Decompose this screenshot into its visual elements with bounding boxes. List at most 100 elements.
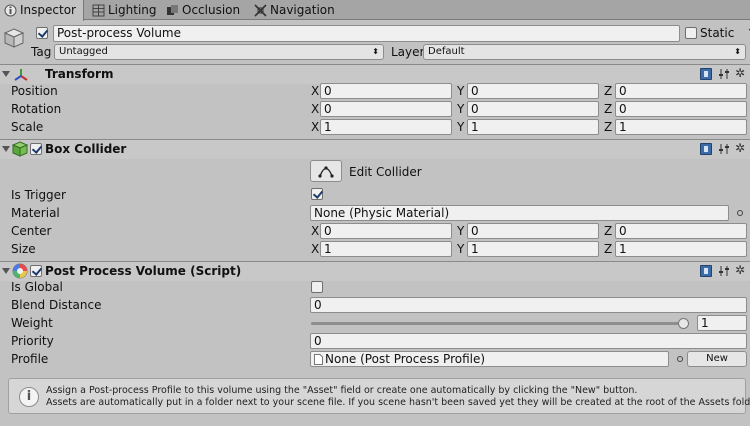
edit-collider-icon	[318, 166, 334, 178]
occlusion-icon	[166, 3, 179, 16]
size-z-input[interactable]: 1	[615, 241, 747, 257]
axis-y-label: Y	[457, 242, 465, 256]
transform-icon	[13, 67, 29, 83]
tab-bar: Inspector Lighting Occlusion Navigation	[0, 0, 750, 21]
profile-value: None (Post Process Profile)	[325, 352, 486, 366]
gear-icon[interactable]: ✲	[735, 141, 745, 155]
blend-distance-label: Blend Distance	[11, 298, 102, 312]
tab-label: Navigation	[270, 3, 335, 17]
priority-label: Priority	[11, 334, 54, 348]
new-profile-button[interactable]: New	[687, 351, 747, 367]
axis-z-label: Z	[604, 84, 613, 98]
position-z-input[interactable]: 0	[615, 83, 747, 99]
size-x-input[interactable]: 1	[320, 241, 452, 257]
axis-x-label: X	[311, 120, 320, 134]
position-y-input[interactable]: 0	[467, 83, 599, 99]
tab-inspector[interactable]: Inspector	[0, 0, 84, 21]
tab-label: Inspector	[20, 3, 76, 17]
gear-icon[interactable]: ✲	[735, 66, 745, 80]
object-picker-icon[interactable]	[737, 210, 743, 216]
profile-object-field[interactable]: None (Post Process Profile)	[310, 351, 669, 367]
preset-sliders-icon[interactable]	[718, 265, 730, 277]
axis-y-label: Y	[457, 102, 465, 116]
center-y-input[interactable]: 0	[467, 223, 599, 239]
axis-x-label: X	[311, 84, 320, 98]
component-header-icons: ✲	[700, 66, 748, 82]
weight-slider-thumb[interactable]	[678, 318, 689, 329]
static-dropdown-arrow[interactable]: ▼	[745, 25, 750, 41]
lighting-icon	[92, 3, 105, 17]
foldout-arrow-icon[interactable]	[2, 71, 10, 77]
preset-sliders-icon[interactable]	[718, 143, 730, 155]
component-title: Transform	[45, 67, 114, 81]
post-process-volume-enabled-checkbox[interactable]	[30, 265, 42, 277]
tab-label: Occlusion	[182, 3, 241, 17]
gameobject-name-input[interactable]: Post-process Volume	[53, 25, 680, 42]
gameobject-cube-icon	[3, 27, 25, 49]
axis-x-label: X	[311, 102, 320, 116]
center-x-input[interactable]: 0	[320, 223, 452, 239]
scale-z-input[interactable]: 1	[615, 119, 747, 135]
help-book-icon[interactable]	[700, 143, 712, 155]
foldout-arrow-icon[interactable]	[2, 268, 10, 274]
gear-icon[interactable]: ✲	[735, 263, 745, 277]
is-global-label: Is Global	[11, 280, 63, 294]
rotation-y-input[interactable]: 0	[467, 101, 599, 117]
weight-label: Weight	[11, 316, 53, 330]
weight-slider-track[interactable]	[311, 322, 689, 325]
axis-z-label: Z	[604, 102, 613, 116]
is-global-checkbox[interactable]	[311, 281, 323, 293]
position-x-input[interactable]: 0	[320, 83, 452, 99]
box-collider-enabled-checkbox[interactable]	[30, 143, 42, 155]
is-trigger-checkbox[interactable]	[311, 188, 323, 200]
material-label: Material	[11, 206, 60, 220]
inspector-icon	[4, 3, 17, 17]
box-collider-icon	[11, 141, 29, 157]
axis-x-label: X	[311, 242, 320, 256]
edit-collider-button[interactable]	[310, 160, 342, 182]
transform-header[interactable]: Transform ✲	[0, 64, 750, 84]
scale-y-input[interactable]: 1	[467, 119, 599, 135]
object-picker-icon[interactable]	[677, 356, 683, 362]
edit-collider-label: Edit Collider	[349, 165, 422, 179]
axis-z-label: Z	[604, 242, 613, 256]
post-process-volume-header[interactable]: Post Process Volume (Script) ✲	[0, 261, 750, 281]
weight-input[interactable]: 1	[697, 315, 747, 331]
tab-navigation[interactable]: Navigation	[250, 0, 350, 20]
layer-label: Layer	[391, 45, 425, 59]
tab-lighting[interactable]: Lighting	[88, 0, 168, 20]
axis-z-label: Z	[604, 120, 613, 134]
axis-z-label: Z	[604, 224, 613, 238]
preset-sliders-icon[interactable]	[718, 68, 730, 80]
gameobject-active-checkbox[interactable]	[36, 27, 48, 39]
tag-dropdown[interactable]: Untagged ⬍	[54, 44, 384, 60]
layer-value: Default	[428, 46, 465, 57]
help-book-icon[interactable]	[700, 68, 712, 80]
foldout-arrow-icon[interactable]	[2, 146, 10, 152]
is-trigger-label: Is Trigger	[11, 188, 66, 202]
axis-y-label: Y	[457, 224, 465, 238]
chevron-updown-icon: ⬍	[734, 47, 741, 56]
axis-y-label: Y	[457, 120, 465, 134]
rotation-x-input[interactable]: 0	[320, 101, 452, 117]
tab-occlusion[interactable]: Occlusion	[162, 0, 252, 20]
layer-dropdown[interactable]: Default ⬍	[423, 44, 746, 60]
help-text-line-2: Assets are automatically put in a folder…	[46, 397, 750, 408]
center-z-input[interactable]: 0	[615, 223, 747, 239]
tag-label: Tag	[31, 45, 52, 59]
blend-distance-input[interactable]: 0	[310, 297, 747, 313]
priority-input[interactable]: 0	[310, 333, 747, 349]
material-object-field[interactable]: None (Physic Material)	[310, 205, 729, 221]
center-label: Center	[11, 224, 52, 238]
static-checkbox[interactable]	[685, 27, 697, 39]
help-box: i Assign a Post-process Profile to this …	[8, 378, 750, 414]
chevron-updown-icon: ⬍	[372, 47, 379, 56]
scale-x-input[interactable]: 1	[320, 119, 452, 135]
tab-label: Lighting	[108, 3, 157, 17]
position-label: Position	[11, 84, 58, 98]
size-y-input[interactable]: 1	[467, 241, 599, 257]
box-collider-header[interactable]: Box Collider ✲	[0, 139, 750, 159]
rotation-z-input[interactable]: 0	[615, 101, 747, 117]
axis-x-label: X	[311, 224, 320, 238]
help-book-icon[interactable]	[700, 265, 712, 277]
